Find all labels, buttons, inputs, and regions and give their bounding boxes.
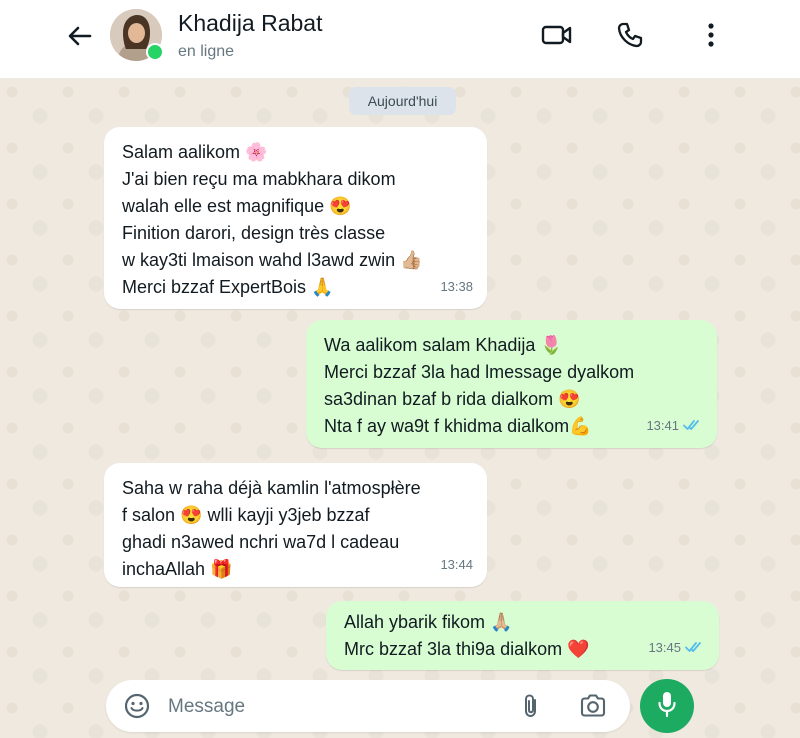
message-text: Wa aalikom salam Khadija 🌷 Merci bzzaf 3… bbox=[324, 335, 635, 436]
message-text: Allah ybarik fikom 🙏🏼 Mrc bzzaf 3la thi9… bbox=[344, 612, 590, 659]
message-time: 13:41 bbox=[646, 418, 679, 433]
emoji-icon[interactable] bbox=[123, 692, 151, 720]
back-arrow-icon[interactable] bbox=[66, 22, 94, 50]
mic-icon bbox=[656, 690, 678, 723]
more-options-icon[interactable] bbox=[694, 18, 728, 52]
voice-message-button[interactable] bbox=[640, 679, 694, 733]
contact-name[interactable]: Khadija Rabat bbox=[178, 10, 323, 37]
camera-icon[interactable] bbox=[578, 692, 608, 720]
phone-icon[interactable] bbox=[613, 18, 647, 52]
attach-icon[interactable] bbox=[517, 692, 545, 720]
message-composer bbox=[106, 680, 630, 732]
message-time: 13:44 bbox=[440, 557, 473, 572]
message-bubble-outgoing[interactable]: Wa aalikom salam Khadija 🌷 Merci bzzaf 3… bbox=[306, 320, 717, 448]
message-text: Salam aalikom 🌸 J'ai bien reçu ma mabkha… bbox=[122, 142, 423, 297]
chat-header: Khadija Rabat en ligne bbox=[0, 0, 800, 78]
message-input[interactable] bbox=[166, 693, 500, 721]
message-bubble-incoming[interactable]: Salam aalikom 🌸 J'ai bien reçu ma mabkha… bbox=[104, 127, 487, 309]
online-status-icon bbox=[146, 43, 164, 61]
message-time: 13:38 bbox=[440, 279, 473, 294]
message-bubble-outgoing[interactable]: Allah ybarik fikom 🙏🏼 Mrc bzzaf 3la thi9… bbox=[326, 601, 719, 670]
read-receipt-icon bbox=[685, 634, 705, 661]
message-bubble-incoming[interactable]: Saha w raha déjà kamlin l'atmospłère f s… bbox=[104, 463, 487, 587]
contact-status: en ligne bbox=[178, 43, 235, 60]
message-text: Saha w raha déjà kamlin l'atmospłère f s… bbox=[122, 478, 421, 579]
read-receipt-icon bbox=[683, 412, 703, 439]
date-separator: Aujourd'hui bbox=[349, 87, 456, 115]
message-time: 13:45 bbox=[648, 640, 681, 655]
video-call-icon[interactable] bbox=[540, 18, 574, 52]
